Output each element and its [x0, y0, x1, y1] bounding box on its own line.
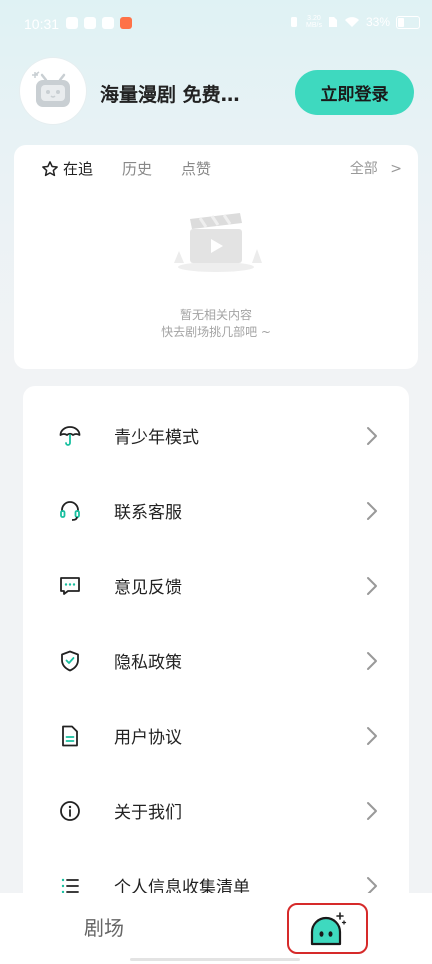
home-indicator [130, 958, 300, 961]
notification-icon [102, 17, 114, 29]
info-icon [58, 799, 82, 823]
nav-mine[interactable] [287, 903, 368, 954]
chevron-right-icon [367, 426, 377, 445]
menu-label: 青少年模式 [114, 428, 199, 448]
shield-check-icon [58, 649, 82, 673]
chevron-right-icon: > [390, 161, 402, 177]
settings-menu: 青少年模式 联系客服 意见反馈 隐私政策 用户协议 关于我们 个人信息收集清单 [23, 386, 409, 906]
menu-label: 隐私政策 [114, 653, 182, 673]
empty-state-text: 暂无相关内容 快去剧场挑几部吧 ~ [161, 308, 271, 339]
avatar[interactable] [20, 58, 86, 124]
tab-label: 在追 [63, 160, 94, 178]
status-bar: 10:31 3.20 MB/s 33% [0, 0, 432, 52]
document-icon [58, 724, 82, 748]
login-button[interactable]: 立即登录 [295, 70, 414, 115]
chevron-right-icon [367, 576, 377, 595]
tab-history[interactable]: 历史 [122, 158, 152, 179]
chevron-right-icon [367, 726, 377, 745]
nav-theater[interactable]: 剧场 [84, 912, 124, 941]
tab-likes[interactable]: 点赞 [181, 158, 211, 179]
menu-item-about-us[interactable]: 关于我们 [23, 773, 409, 848]
menu-label: 联系客服 [114, 503, 182, 523]
status-right: 3.20 MB/s 33% [288, 15, 420, 29]
follow-card: 在追 历史 点赞 全部 > 暂无相关内容 快去剧场挑几部吧 ~ [14, 145, 418, 369]
menu-item-customer-service[interactable]: 联系客服 [23, 473, 409, 548]
menu-item-feedback[interactable]: 意见反馈 [23, 548, 409, 623]
sim-icon [328, 17, 337, 27]
notification-icons [66, 17, 132, 29]
menu-label: 关于我们 [114, 803, 182, 823]
view-all-label: 全部 [349, 161, 378, 177]
tab-following[interactable]: 在追 [41, 158, 93, 179]
battery-percent: 33% [365, 15, 390, 29]
app-notification-icon [120, 17, 132, 29]
mascot-icon [310, 911, 346, 945]
empty-video-illustration [174, 213, 262, 272]
chevron-right-icon [367, 651, 377, 670]
view-all-link[interactable]: 全部 > [350, 158, 402, 178]
chevron-right-icon [367, 501, 377, 520]
star-icon [42, 160, 58, 176]
menu-item-user-agreement[interactable]: 用户协议 [23, 698, 409, 773]
vibrate-icon [291, 17, 298, 27]
menu-label: 意见反馈 [114, 578, 182, 598]
tab-label: 点赞 [181, 160, 212, 178]
feedback-icon [58, 574, 82, 598]
headset-icon [58, 499, 82, 523]
notification-icon [66, 17, 78, 29]
bottom-nav: 剧场 [0, 893, 432, 964]
tv-mascot-icon [32, 71, 70, 107]
menu-label: 用户协议 [114, 728, 182, 748]
menu-item-teen-mode[interactable]: 青少年模式 [23, 398, 409, 473]
status-time: 10:31 [24, 16, 60, 32]
tab-label: 历史 [122, 160, 153, 178]
username[interactable]: 海量漫剧 免费… [100, 80, 240, 107]
follow-tabs: 在追 历史 点赞 [41, 158, 240, 179]
network-speed: 3.20 MB/s [306, 15, 322, 29]
wifi-icon [344, 17, 359, 27]
umbrella-icon [58, 424, 82, 448]
battery-icon [396, 15, 420, 29]
menu-item-privacy-policy[interactable]: 隐私政策 [23, 623, 409, 698]
chevron-right-icon [367, 801, 377, 820]
notification-icon [84, 17, 96, 29]
